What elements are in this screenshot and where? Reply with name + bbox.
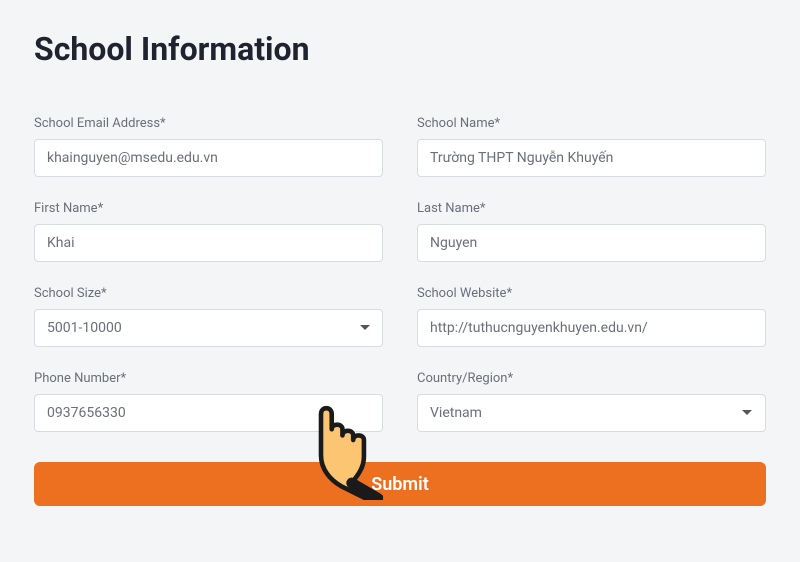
last-name-input[interactable] [417, 224, 766, 262]
country-label: Country/Region* [417, 371, 766, 386]
first-name-field-wrapper: First Name* [34, 201, 383, 262]
country-field-wrapper: Country/Region* Vietnam [417, 371, 766, 432]
school-size-label: School Size* [34, 286, 383, 301]
page-title: School Information [34, 30, 766, 68]
email-input[interactable] [34, 139, 383, 177]
phone-input[interactable] [34, 394, 383, 432]
school-name-input[interactable] [417, 139, 766, 177]
email-label: School Email Address* [34, 116, 383, 131]
school-website-field-wrapper: School Website* [417, 286, 766, 347]
form-container: School Information School Email Address*… [0, 0, 800, 506]
school-size-select[interactable]: 5001-10000 [34, 309, 383, 347]
school-name-field-wrapper: School Name* [417, 116, 766, 177]
school-website-label: School Website* [417, 286, 766, 301]
first-name-input[interactable] [34, 224, 383, 262]
school-name-label: School Name* [417, 116, 766, 131]
phone-label: Phone Number* [34, 371, 383, 386]
country-select[interactable]: Vietnam [417, 394, 766, 432]
form-grid: School Email Address* School Name* First… [34, 116, 766, 506]
last-name-label: Last Name* [417, 201, 766, 216]
first-name-label: First Name* [34, 201, 383, 216]
email-field-wrapper: School Email Address* [34, 116, 383, 177]
school-website-input[interactable] [417, 309, 766, 347]
school-size-field-wrapper: School Size* 5001-10000 [34, 286, 383, 347]
last-name-field-wrapper: Last Name* [417, 201, 766, 262]
phone-field-wrapper: Phone Number* [34, 371, 383, 432]
submit-button[interactable]: Submit [34, 462, 766, 506]
